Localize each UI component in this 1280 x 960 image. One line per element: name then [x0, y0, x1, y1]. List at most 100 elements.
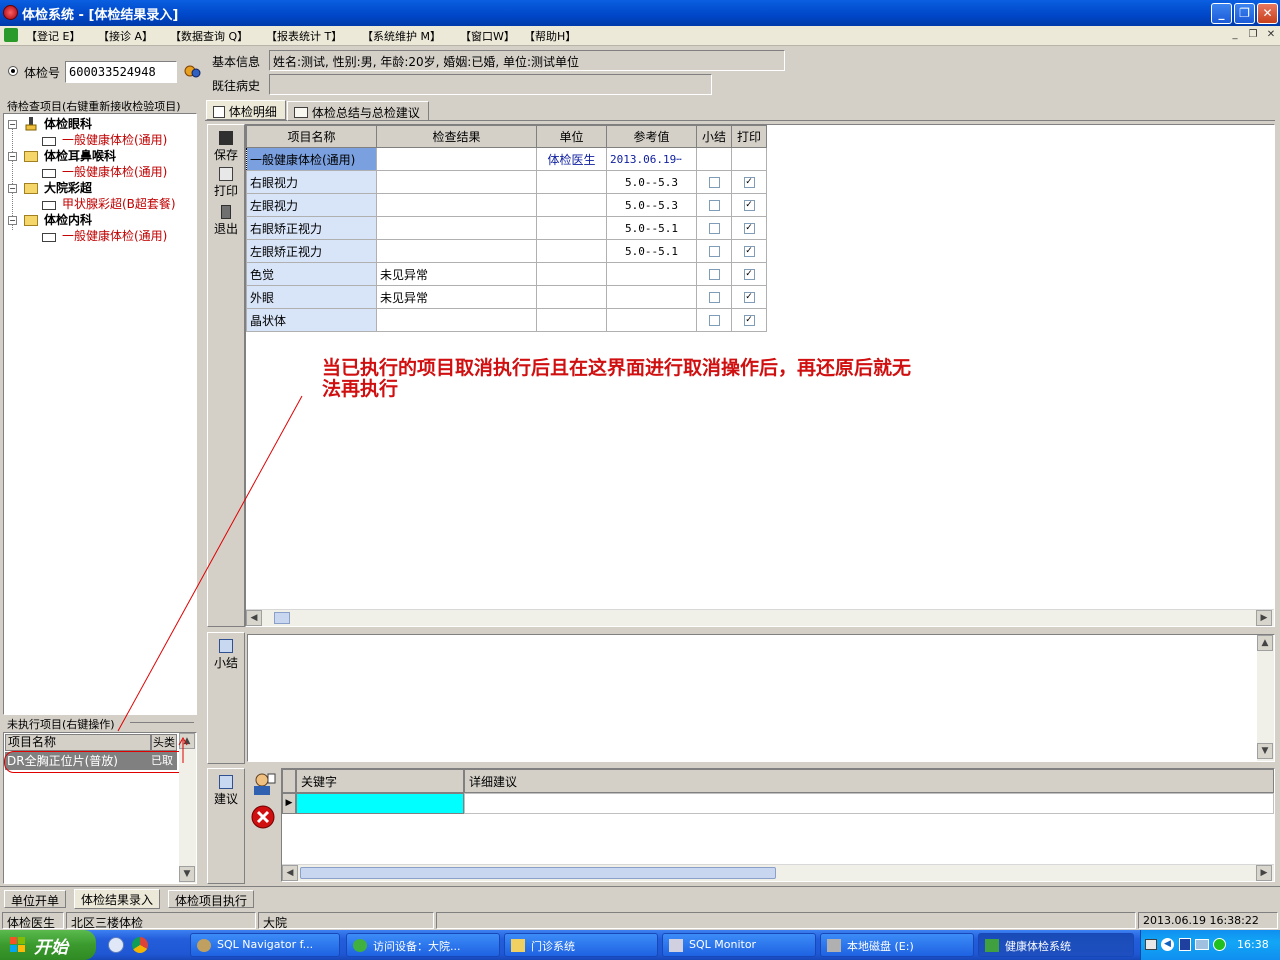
tree-collapse-toggle[interactable]: −: [8, 216, 17, 225]
cell-print[interactable]: ✓: [731, 285, 767, 309]
cell-print[interactable]: [731, 147, 767, 171]
menu-system-maintenance[interactable]: 【系统维护 M】: [362, 28, 441, 44]
scroll-left-button[interactable]: ◀: [246, 610, 262, 626]
cell-item-name[interactable]: 左眼矫正视力: [246, 239, 377, 263]
header-summary[interactable]: 小结: [696, 125, 732, 148]
summary-checkbox[interactable]: [708, 315, 720, 326]
table-row[interactable]: 一般健康体检(通用) 体检医生 2013.06.19…: [246, 147, 767, 171]
keyboard-icon[interactable]: [1145, 939, 1157, 950]
print-checkbox[interactable]: ✓: [743, 177, 755, 188]
cell-item-name[interactable]: 右眼视力: [246, 170, 377, 194]
table-row[interactable]: 外眼 未见异常 ✓: [246, 285, 767, 309]
cell-result[interactable]: [376, 147, 537, 171]
cell-reference[interactable]: 2013.06.19…: [606, 147, 697, 171]
print-checkbox[interactable]: ✓: [743, 200, 755, 211]
scroll-left-button[interactable]: ◀: [282, 865, 298, 881]
cell-reference[interactable]: 5.0--5.1: [606, 216, 697, 240]
cell-reference[interactable]: [606, 285, 697, 309]
scroll-up-button[interactable]: ▲: [179, 733, 195, 749]
pending-header-name[interactable]: 项目名称: [5, 734, 151, 751]
header-result[interactable]: 检查结果: [376, 125, 537, 148]
summary-checkbox[interactable]: [708, 200, 720, 211]
network-icon[interactable]: [1195, 939, 1209, 950]
tree-dept-internal[interactable]: 体检内科: [44, 212, 92, 228]
menu-register[interactable]: 【登记 E】: [26, 28, 80, 44]
status-icon[interactable]: [1213, 938, 1226, 951]
cell-item-name[interactable]: 左眼视力: [246, 193, 377, 217]
menu-data-query[interactable]: 【数据查询 Q】: [170, 28, 248, 44]
tab-exam-detail[interactable]: 体检明细: [206, 100, 286, 120]
cell-reference[interactable]: [606, 262, 697, 286]
start-button[interactable]: 开始: [0, 930, 96, 960]
cell-summary[interactable]: [696, 147, 732, 171]
advice-button[interactable]: 建议: [210, 775, 242, 807]
tree-item-ultrasound[interactable]: 甲状腺彩超(B超套餐): [62, 196, 176, 212]
cell-summary[interactable]: [696, 308, 732, 332]
header-item-name[interactable]: 项目名称: [246, 125, 377, 148]
cell-summary[interactable]: [696, 193, 732, 217]
scroll-thumb[interactable]: [300, 867, 776, 879]
menu-help[interactable]: 【帮助H】: [524, 28, 576, 44]
add-advice-icon[interactable]: [250, 772, 276, 796]
cell-result[interactable]: 未见异常: [376, 285, 537, 309]
task-sql-navigator[interactable]: SQL Navigator f...: [190, 933, 340, 957]
cell-unit[interactable]: [536, 308, 607, 332]
cell-item-name[interactable]: 晶状体: [246, 308, 377, 332]
delete-advice-icon[interactable]: [251, 805, 275, 829]
chrome-quicklaunch-icon[interactable]: [132, 937, 148, 953]
summary-textarea[interactable]: ▲ ▼: [247, 634, 1275, 762]
print-checkbox[interactable]: ✓: [743, 315, 755, 326]
tree-collapse-toggle[interactable]: −: [8, 152, 17, 161]
clock[interactable]: 16:38: [1237, 938, 1269, 951]
advice-horizontal-scrollbar[interactable]: ◀ ▶: [282, 864, 1274, 881]
cell-unit[interactable]: [536, 170, 607, 194]
cell-reference[interactable]: 5.0--5.3: [606, 193, 697, 217]
print-checkbox[interactable]: ✓: [743, 246, 755, 257]
header-print[interactable]: 打印: [731, 125, 767, 148]
minimize-button[interactable]: _: [1211, 3, 1232, 24]
print-checkbox[interactable]: ✓: [743, 223, 755, 234]
chevron-left-icon[interactable]: ◀: [1161, 938, 1174, 951]
advice-keyword-cell[interactable]: [296, 793, 464, 814]
table-row[interactable]: 左眼视力 5.0--5.3 ✓: [246, 193, 767, 217]
advice-header-detail[interactable]: 详细建议: [464, 769, 1274, 793]
task-health-exam-system[interactable]: 健康体检系统: [978, 933, 1134, 957]
scroll-down-button[interactable]: ▼: [179, 866, 195, 882]
table-row[interactable]: 左眼矫正视力 5.0--5.1 ✓: [246, 239, 767, 263]
cell-summary[interactable]: [696, 216, 732, 240]
tree-collapse-toggle[interactable]: −: [8, 184, 17, 193]
cell-unit[interactable]: 体检医生: [536, 147, 607, 171]
cell-result[interactable]: [376, 308, 537, 332]
cell-summary[interactable]: [696, 170, 732, 194]
pending-scrollbar[interactable]: ▲ ▼: [179, 733, 196, 883]
cell-print[interactable]: ✓: [731, 308, 767, 332]
tab-item-execution[interactable]: 体检项目执行: [168, 890, 255, 908]
summary-checkbox[interactable]: [708, 223, 720, 234]
cell-result[interactable]: [376, 170, 537, 194]
grid-horizontal-scrollbar[interactable]: ◀ ▶: [246, 609, 1274, 626]
print-checkbox[interactable]: ✓: [743, 269, 755, 280]
cell-summary[interactable]: [696, 262, 732, 286]
task-clinic-system[interactable]: 门诊系统: [504, 933, 658, 957]
cell-summary[interactable]: [696, 285, 732, 309]
cell-item-name[interactable]: 右眼矫正视力: [246, 216, 377, 240]
exam-no-input[interactable]: [66, 62, 176, 82]
menu-report-stats[interactable]: 【报表统计 T】: [266, 28, 342, 44]
summary-checkbox[interactable]: [708, 269, 720, 280]
table-row[interactable]: 右眼矫正视力 5.0--5.1 ✓: [246, 216, 767, 240]
tab-result-entry[interactable]: 体检结果录入: [74, 889, 161, 909]
summary-checkbox[interactable]: [708, 177, 720, 188]
scroll-right-button[interactable]: ▶: [1256, 865, 1272, 881]
tree-dept-ent[interactable]: 体检耳鼻喉科: [44, 148, 116, 164]
table-row[interactable]: 晶状体 ✓: [246, 308, 767, 332]
task-local-disk[interactable]: 本地磁盘 (E:): [820, 933, 974, 957]
tree-item-eye[interactable]: 一般健康体检(通用): [62, 132, 167, 148]
advice-detail-cell[interactable]: [464, 793, 1274, 814]
task-remote-device[interactable]: 访问设备：大院...: [346, 933, 500, 957]
title-bar[interactable]: 体检系统 - [体检结果录入] _ ❐ ✕: [0, 0, 1280, 26]
summary-checkbox[interactable]: [708, 246, 720, 257]
cell-reference[interactable]: 5.0--5.1: [606, 239, 697, 263]
cell-print[interactable]: ✓: [731, 262, 767, 286]
scroll-down-button[interactable]: ▼: [1257, 743, 1273, 759]
print-checkbox[interactable]: ✓: [743, 292, 755, 303]
